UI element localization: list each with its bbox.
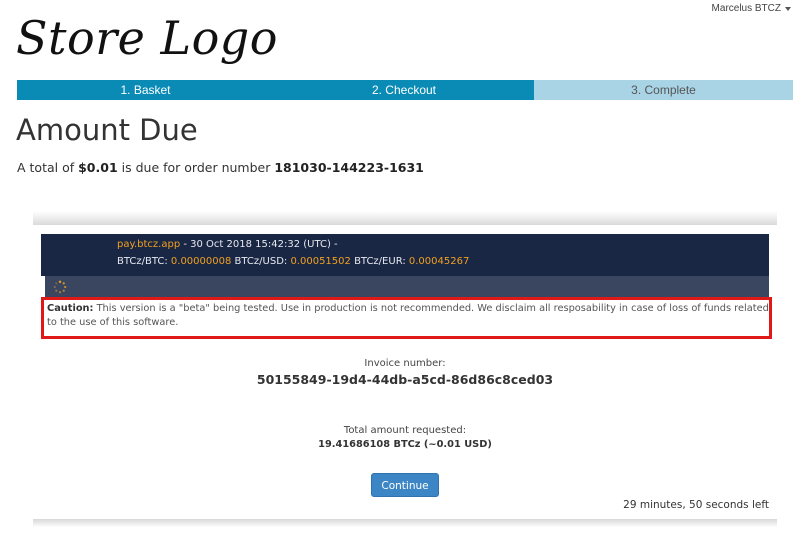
checkout-progress: 1. Basket 2. Checkout 3. Complete xyxy=(17,80,793,100)
step-checkout: 2. Checkout xyxy=(274,80,534,100)
rate-usd-label: BTCz/USD: xyxy=(231,256,291,267)
rate-usd-value: 0.00051502 xyxy=(290,256,351,267)
caution-notice: Caution: This version is a "beta" being … xyxy=(41,297,772,339)
widget-bottom-shadow xyxy=(33,519,777,527)
widget-date: - 30 Oct 2018 15:42:32 (UTC) - xyxy=(180,239,338,250)
caret-down-icon xyxy=(785,7,791,11)
step-complete: 3. Complete xyxy=(534,80,793,100)
widget-top-shadow xyxy=(33,211,777,225)
invoice-label: Invoice number: xyxy=(364,358,446,369)
rate-btc-label: BTCz/BTC: xyxy=(117,256,171,267)
payment-widget-header: pay.btcz.app - 30 Oct 2018 15:42:32 (UTC… xyxy=(41,234,769,276)
amount-due-text: A total of $0.01 is due for order number… xyxy=(17,160,424,175)
invoice-number: 50155849-19d4-44db-a5cd-86d86c8ced03 xyxy=(256,372,554,387)
user-menu[interactable]: Marcelus BTCZ xyxy=(712,3,791,14)
order-number: 181030-144223-1631 xyxy=(274,160,424,175)
amount-requested-label: Total amount requested: xyxy=(343,425,467,436)
spinner-icon xyxy=(53,280,67,294)
rate-eur-label: BTCz/EUR: xyxy=(350,256,409,267)
due-prefix: A total of xyxy=(17,160,79,175)
amount-requested-value: 19.41686108 BTCz (~0.01 USD) xyxy=(318,439,492,450)
rate-eur-value: 0.00045267 xyxy=(408,256,470,267)
page-title: Amount Due xyxy=(16,113,198,147)
caution-text: This version is a "beta" being tested. U… xyxy=(47,303,769,328)
widget-site-link[interactable]: pay.btcz.app xyxy=(117,239,180,250)
time-remaining: 29 minutes, 50 seconds left xyxy=(623,499,769,511)
rate-btc-value: 0.00000008 xyxy=(170,256,232,267)
widget-rates-line: BTCz/BTC: 0.00000008 BTCz/USD: 0.0005150… xyxy=(117,256,469,267)
store-logo[interactable]: Store Logo xyxy=(16,8,278,68)
loading-bar xyxy=(45,276,769,298)
step-basket: 1. Basket xyxy=(17,80,274,100)
widget-source-line: pay.btcz.app - 30 Oct 2018 15:42:32 (UTC… xyxy=(117,239,338,250)
continue-button[interactable]: Continue xyxy=(371,473,439,497)
due-amount: $0.01 xyxy=(78,160,118,175)
user-name: Marcelus BTCZ xyxy=(711,3,781,14)
due-middle: is due for order number xyxy=(117,160,275,175)
caution-label: Caution: xyxy=(47,303,94,314)
